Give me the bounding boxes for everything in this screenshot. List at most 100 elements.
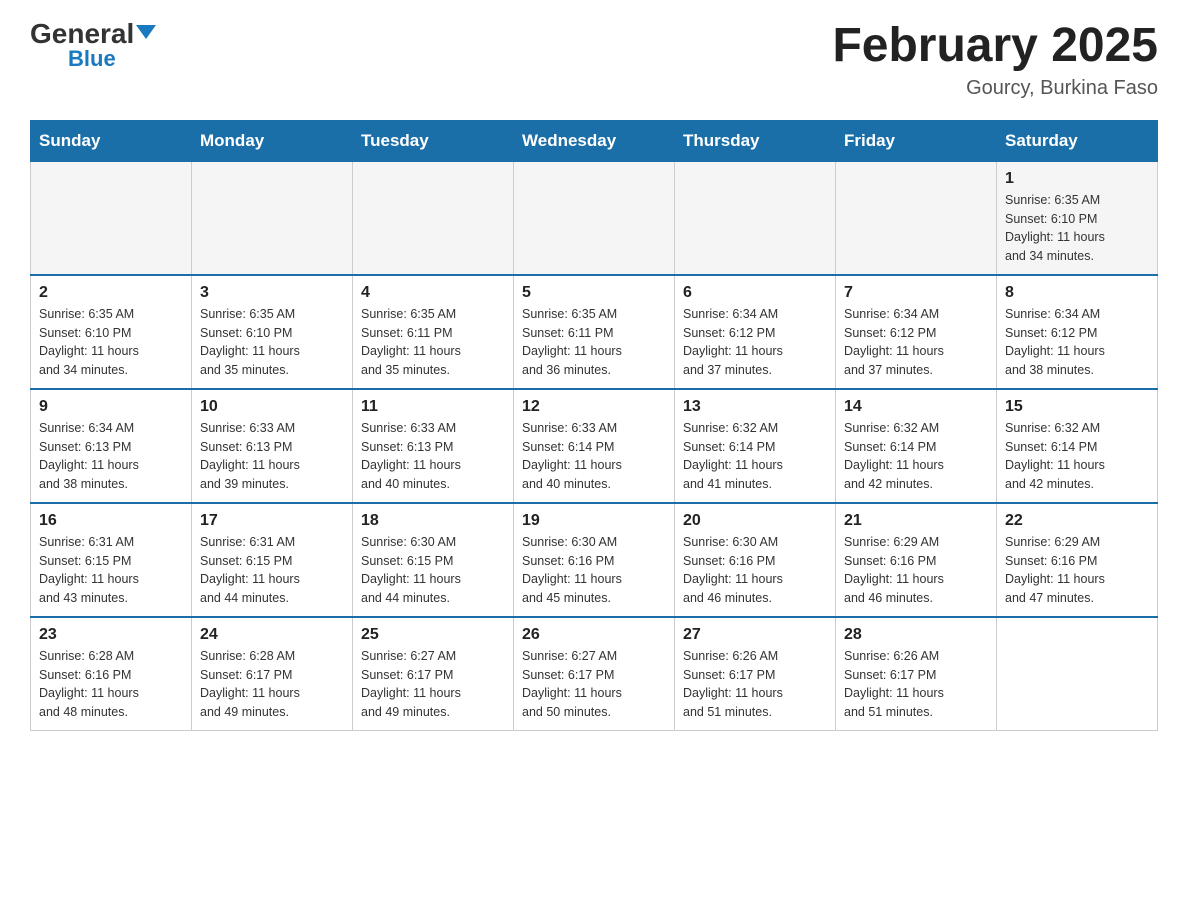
- week-row-5: 23 Sunrise: 6:28 AM Sunset: 6:16 PM Dayli…: [31, 617, 1158, 731]
- calendar-cell: 18 Sunrise: 6:30 AM Sunset: 6:15 PM Dayli…: [353, 503, 514, 617]
- weekday-header-tuesday: Tuesday: [353, 120, 514, 161]
- day-info: Sunrise: 6:31 AM Sunset: 6:15 PM Dayligh…: [200, 533, 344, 608]
- calendar-table: SundayMondayTuesdayWednesdayThursdayFrid…: [30, 120, 1158, 731]
- day-info: Sunrise: 6:35 AM Sunset: 6:11 PM Dayligh…: [361, 305, 505, 380]
- day-info: Sunrise: 6:29 AM Sunset: 6:16 PM Dayligh…: [844, 533, 988, 608]
- day-info: Sunrise: 6:33 AM Sunset: 6:13 PM Dayligh…: [200, 419, 344, 494]
- day-number: 20: [683, 512, 827, 530]
- calendar-cell: 9Sunrise: 6:34 AM Sunset: 6:13 PM Daylig…: [31, 389, 192, 503]
- day-info: Sunrise: 6:34 AM Sunset: 6:12 PM Dayligh…: [844, 305, 988, 380]
- day-number: 18: [361, 512, 505, 530]
- day-info: Sunrise: 6:27 AM Sunset: 6:17 PM Dayligh…: [522, 647, 666, 722]
- day-number: 10: [200, 398, 344, 416]
- location-subtitle: Gourcy, Burkina Faso: [832, 77, 1158, 100]
- page-header: General Blue February 2025 Gourcy, Burki…: [30, 20, 1158, 100]
- week-row-3: 9Sunrise: 6:34 AM Sunset: 6:13 PM Daylig…: [31, 389, 1158, 503]
- calendar-cell: 6 Sunrise: 6:34 AM Sunset: 6:12 PM Daylig…: [675, 275, 836, 389]
- day-number: 8: [1005, 284, 1149, 302]
- calendar-cell: 17 Sunrise: 6:31 AM Sunset: 6:15 PM Dayli…: [192, 503, 353, 617]
- calendar-cell: 22Sunrise: 6:29 AM Sunset: 6:16 PM Dayli…: [997, 503, 1158, 617]
- day-number: 14: [844, 398, 988, 416]
- calendar-cell: 4 Sunrise: 6:35 AM Sunset: 6:11 PM Daylig…: [353, 275, 514, 389]
- logo: General Blue: [30, 20, 156, 70]
- calendar-cell: 27 Sunrise: 6:26 AM Sunset: 6:17 PM Dayli…: [675, 617, 836, 731]
- calendar-cell: 20 Sunrise: 6:30 AM Sunset: 6:16 PM Dayli…: [675, 503, 836, 617]
- calendar-cell: 7Sunrise: 6:34 AM Sunset: 6:12 PM Daylig…: [836, 275, 997, 389]
- calendar-cell: [353, 161, 514, 275]
- calendar-cell: [192, 161, 353, 275]
- day-number: 27: [683, 626, 827, 644]
- day-info: Sunrise: 6:34 AM Sunset: 6:12 PM Dayligh…: [683, 305, 827, 380]
- calendar-cell: 11 Sunrise: 6:33 AM Sunset: 6:13 PM Dayli…: [353, 389, 514, 503]
- day-number: 15: [1005, 398, 1149, 416]
- day-info: Sunrise: 6:35 AM Sunset: 6:10 PM Dayligh…: [200, 305, 344, 380]
- day-info: Sunrise: 6:26 AM Sunset: 6:17 PM Dayligh…: [844, 647, 988, 722]
- day-info: Sunrise: 6:33 AM Sunset: 6:13 PM Dayligh…: [361, 419, 505, 494]
- day-info: Sunrise: 6:32 AM Sunset: 6:14 PM Dayligh…: [683, 419, 827, 494]
- calendar-cell: 28 Sunrise: 6:26 AM Sunset: 6:17 PM Dayli…: [836, 617, 997, 731]
- day-info: Sunrise: 6:35 AM Sunset: 6:10 PM Dayligh…: [1005, 191, 1149, 266]
- calendar-cell: 21 Sunrise: 6:29 AM Sunset: 6:16 PM Dayli…: [836, 503, 997, 617]
- day-number: 21: [844, 512, 988, 530]
- week-row-2: 2 Sunrise: 6:35 AM Sunset: 6:10 PM Daylig…: [31, 275, 1158, 389]
- day-info: Sunrise: 6:32 AM Sunset: 6:14 PM Dayligh…: [1005, 419, 1149, 494]
- calendar-cell: [836, 161, 997, 275]
- day-number: 16: [39, 512, 183, 530]
- calendar-cell: 12Sunrise: 6:33 AM Sunset: 6:14 PM Dayli…: [514, 389, 675, 503]
- day-info: Sunrise: 6:35 AM Sunset: 6:10 PM Dayligh…: [39, 305, 183, 380]
- weekday-header-sunday: Sunday: [31, 120, 192, 161]
- title-block: February 2025 Gourcy, Burkina Faso: [832, 20, 1158, 100]
- day-info: Sunrise: 6:27 AM Sunset: 6:17 PM Dayligh…: [361, 647, 505, 722]
- weekday-header-wednesday: Wednesday: [514, 120, 675, 161]
- day-number: 12: [522, 398, 666, 416]
- day-number: 28: [844, 626, 988, 644]
- day-info: Sunrise: 6:32 AM Sunset: 6:14 PM Dayligh…: [844, 419, 988, 494]
- logo-triangle-icon: [136, 25, 156, 39]
- calendar-cell: 3Sunrise: 6:35 AM Sunset: 6:10 PM Daylig…: [192, 275, 353, 389]
- weekday-header-saturday: Saturday: [997, 120, 1158, 161]
- calendar-cell: 5Sunrise: 6:35 AM Sunset: 6:11 PM Daylig…: [514, 275, 675, 389]
- calendar-cell: 2 Sunrise: 6:35 AM Sunset: 6:10 PM Daylig…: [31, 275, 192, 389]
- calendar-cell: 25 Sunrise: 6:27 AM Sunset: 6:17 PM Dayli…: [353, 617, 514, 731]
- weekday-header-monday: Monday: [192, 120, 353, 161]
- day-number: 13: [683, 398, 827, 416]
- day-number: 4: [361, 284, 505, 302]
- calendar-title: February 2025: [832, 20, 1158, 73]
- day-info: Sunrise: 6:29 AM Sunset: 6:16 PM Dayligh…: [1005, 533, 1149, 608]
- day-info: Sunrise: 6:26 AM Sunset: 6:17 PM Dayligh…: [683, 647, 827, 722]
- calendar-cell: 14 Sunrise: 6:32 AM Sunset: 6:14 PM Dayli…: [836, 389, 997, 503]
- day-info: Sunrise: 6:35 AM Sunset: 6:11 PM Dayligh…: [522, 305, 666, 380]
- day-number: 2: [39, 284, 183, 302]
- day-info: Sunrise: 6:30 AM Sunset: 6:16 PM Dayligh…: [683, 533, 827, 608]
- calendar-cell: 26 Sunrise: 6:27 AM Sunset: 6:17 PM Dayli…: [514, 617, 675, 731]
- day-info: Sunrise: 6:30 AM Sunset: 6:15 PM Dayligh…: [361, 533, 505, 608]
- day-info: Sunrise: 6:28 AM Sunset: 6:16 PM Dayligh…: [39, 647, 183, 722]
- logo-blue-text: Blue: [68, 48, 116, 70]
- day-number: 23: [39, 626, 183, 644]
- day-number: 24: [200, 626, 344, 644]
- weekday-header-friday: Friday: [836, 120, 997, 161]
- day-number: 9: [39, 398, 183, 416]
- calendar-cell: 23 Sunrise: 6:28 AM Sunset: 6:16 PM Dayli…: [31, 617, 192, 731]
- day-number: 17: [200, 512, 344, 530]
- calendar-cell: 19Sunrise: 6:30 AM Sunset: 6:16 PM Dayli…: [514, 503, 675, 617]
- day-number: 19: [522, 512, 666, 530]
- day-number: 1: [1005, 170, 1149, 188]
- calendar-cell: [514, 161, 675, 275]
- calendar-cell: [31, 161, 192, 275]
- day-number: 11: [361, 398, 505, 416]
- day-info: Sunrise: 6:31 AM Sunset: 6:15 PM Dayligh…: [39, 533, 183, 608]
- day-number: 6: [683, 284, 827, 302]
- calendar-cell: 8 Sunrise: 6:34 AM Sunset: 6:12 PM Daylig…: [997, 275, 1158, 389]
- day-info: Sunrise: 6:34 AM Sunset: 6:12 PM Dayligh…: [1005, 305, 1149, 380]
- calendar-cell: 16 Sunrise: 6:31 AM Sunset: 6:15 PM Dayli…: [31, 503, 192, 617]
- day-number: 26: [522, 626, 666, 644]
- weekday-header-row: SundayMondayTuesdayWednesdayThursdayFrid…: [31, 120, 1158, 161]
- calendar-cell: [997, 617, 1158, 731]
- day-info: Sunrise: 6:28 AM Sunset: 6:17 PM Dayligh…: [200, 647, 344, 722]
- calendar-cell: 24 Sunrise: 6:28 AM Sunset: 6:17 PM Dayli…: [192, 617, 353, 731]
- calendar-cell: 10 Sunrise: 6:33 AM Sunset: 6:13 PM Dayli…: [192, 389, 353, 503]
- calendar-cell: 15 Sunrise: 6:32 AM Sunset: 6:14 PM Dayli…: [997, 389, 1158, 503]
- day-number: 25: [361, 626, 505, 644]
- calendar-cell: [675, 161, 836, 275]
